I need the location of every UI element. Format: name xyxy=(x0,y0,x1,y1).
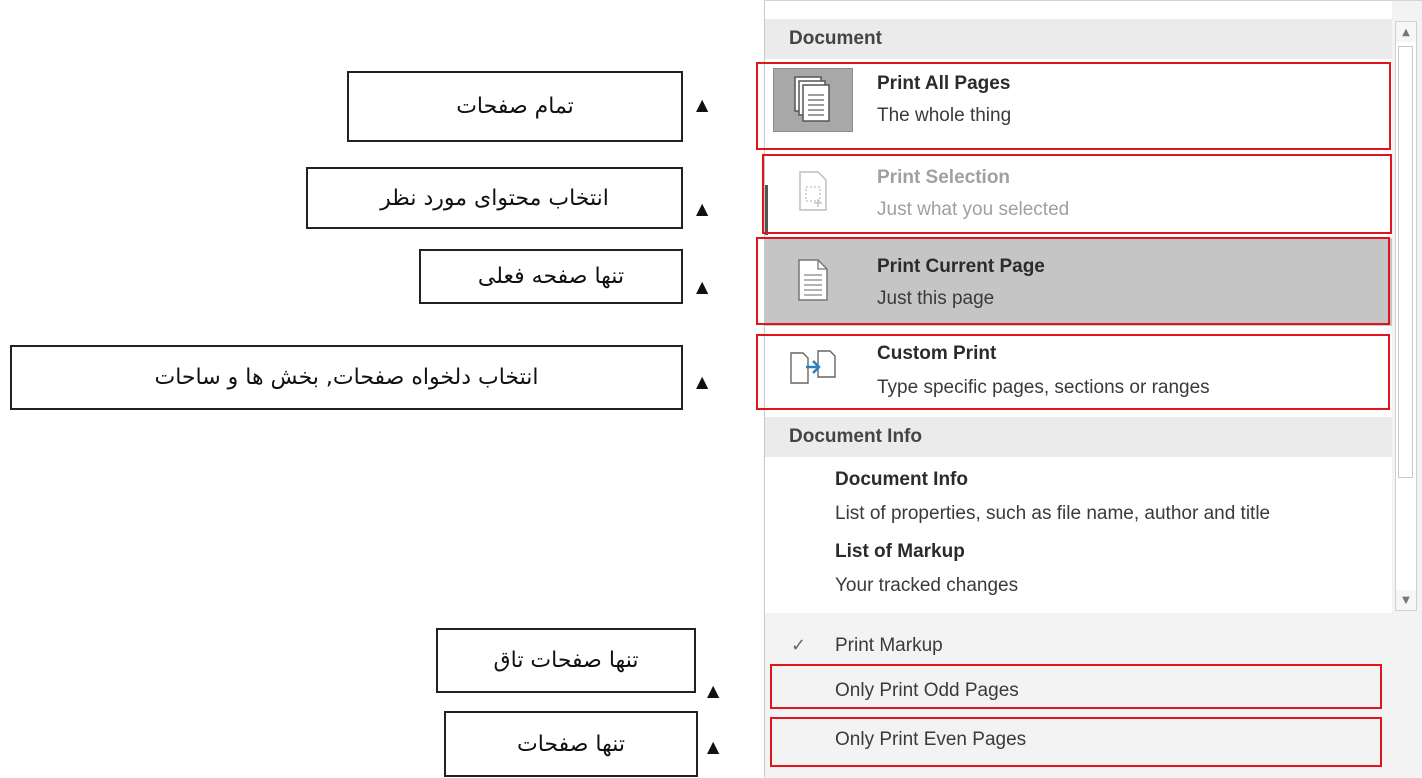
single-page-icon xyxy=(773,248,853,312)
section-header-document-info: Document Info xyxy=(765,417,1392,457)
menu-item-document-info-title[interactable]: Document Info xyxy=(835,469,968,491)
menu-item-custom-print[interactable]: Custom Print Type specific pages, sectio… xyxy=(765,335,1392,411)
print-options-list: Document Print All Pages The whole thing xyxy=(765,1,1392,613)
menu-item-print-selection[interactable]: Print Selection Just what you selected xyxy=(765,155,1392,235)
focus-indicator xyxy=(765,185,768,235)
menu-item-print-all-pages[interactable]: Print All Pages The whole thing xyxy=(765,61,1392,151)
selection-page-icon xyxy=(773,159,853,223)
pages-stack-icon xyxy=(773,68,853,132)
scroll-down-icon[interactable]: ▼ xyxy=(1396,590,1416,610)
menu-item-subtitle: Just this page xyxy=(877,288,995,309)
option-label: Print Markup xyxy=(835,635,943,656)
scroll-thumb[interactable] xyxy=(1398,46,1413,478)
annotation-print-selection: انتخاب محتوای مورد نظر xyxy=(306,167,683,229)
menu-item-title: Print Selection xyxy=(877,167,1011,188)
option-only-print-odd-pages[interactable]: Only Print Odd Pages xyxy=(765,668,1385,714)
menu-item-print-current-page[interactable]: Print Current Page Just this page xyxy=(765,238,1392,326)
menu-item-subtitle: The whole thing xyxy=(877,105,1012,126)
option-print-markup[interactable]: ✓ Print Markup xyxy=(765,623,1385,669)
menu-item-title: Custom Print xyxy=(877,343,997,364)
arrow-icon: ▲ xyxy=(696,199,709,218)
menu-item-subtitle: Type specific pages, sections or ranges xyxy=(877,377,1210,398)
annotation-print-current-page: تنها صفحه فعلی xyxy=(419,249,683,304)
arrow-icon: ▲ xyxy=(696,372,709,391)
option-only-print-even-pages[interactable]: Only Print Even Pages xyxy=(765,717,1385,763)
annotation-print-all-pages: تمام صفحات xyxy=(347,71,683,142)
option-label: Only Print Even Pages xyxy=(835,729,1027,750)
menu-item-document-info-subtitle: List of properties, such as file name, a… xyxy=(835,503,1271,524)
menu-item-list-of-markup-subtitle: Your tracked changes xyxy=(835,575,1019,596)
arrow-icon: ▲ xyxy=(696,95,709,114)
annotation-odd-pages: تنها صفحات تاق xyxy=(436,628,696,693)
arrow-icon: ▲ xyxy=(707,681,720,700)
section-header-document: Document xyxy=(765,19,1392,59)
annotation-custom-print: انتخاب دلخواه صفحات, بخش ها و ساحات xyxy=(10,345,683,410)
option-label: Only Print Odd Pages xyxy=(835,680,1019,701)
print-options-dropdown: Document Print All Pages The whole thing xyxy=(764,0,1422,778)
vertical-scrollbar[interactable]: ▲ ▼ xyxy=(1395,21,1417,611)
menu-item-title: Print Current Page xyxy=(877,256,1045,277)
scroll-up-icon[interactable]: ▲ xyxy=(1396,22,1416,42)
menu-item-list-of-markup-title[interactable]: List of Markup xyxy=(835,541,965,563)
menu-item-subtitle: Just what you selected xyxy=(877,199,1070,220)
arrow-icon: ▲ xyxy=(696,277,709,296)
annotation-even-pages: تنها صفحات xyxy=(444,711,698,777)
custom-pages-icon xyxy=(773,335,853,399)
checkmark-icon: ✓ xyxy=(791,635,807,656)
menu-item-title: Print All Pages xyxy=(877,73,1011,94)
arrow-icon: ▲ xyxy=(707,737,720,756)
print-options-footer: ✓ Print Markup Only Print Odd Pages Only… xyxy=(765,613,1422,778)
